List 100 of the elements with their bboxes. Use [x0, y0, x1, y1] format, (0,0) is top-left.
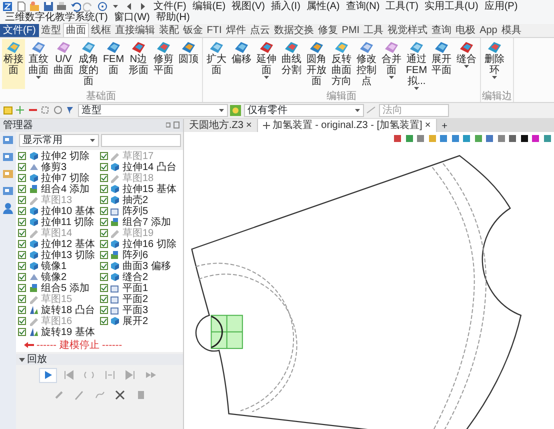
tree-item[interactable]: 修剪3	[41, 162, 67, 173]
checkbox[interactable]	[100, 295, 108, 304]
checkbox[interactable]	[18, 295, 26, 304]
menu-item[interactable]: 编辑(E)	[189, 1, 229, 12]
checkbox[interactable]	[18, 207, 26, 216]
checkbox[interactable]	[18, 218, 26, 226]
swatch-icon[interactable]	[520, 134, 528, 144]
ribbon-button[interactable]: 偏移	[230, 39, 253, 91]
ribbon-tab[interactable]: 工具	[362, 24, 386, 37]
checkbox[interactable]	[18, 251, 26, 260]
menu-item[interactable]: 工具(T)	[382, 1, 422, 12]
tree-filter-select[interactable]: 显示常用	[18, 134, 98, 148]
checkbox[interactable]	[18, 317, 26, 326]
checkbox[interactable]	[18, 163, 26, 172]
ribbon-tab[interactable]: 电极	[454, 24, 478, 37]
ribbon-tab[interactable]: 视觉样式	[386, 24, 430, 37]
tree-item[interactable]: 展开2	[122, 316, 148, 327]
checkbox[interactable]	[18, 284, 26, 292]
ribbon-tab[interactable]: 钣金	[180, 24, 205, 37]
checkbox[interactable]	[18, 273, 26, 282]
tree-item[interactable]: 阵列6	[122, 250, 148, 261]
ribbon-button[interactable]: 合并面	[380, 39, 403, 91]
tree-item[interactable]: 拉伸11 切除	[41, 216, 94, 228]
filter-icon[interactable]	[65, 105, 75, 116]
ribbon-button[interactable]: 修改控制点	[355, 39, 378, 91]
ribbon-tab[interactable]: 模具	[499, 24, 524, 37]
checkbox[interactable]	[18, 306, 26, 314]
ribbon-button[interactable]: 桥接面	[2, 39, 25, 89]
checkbox[interactable]	[18, 229, 26, 238]
tree-item[interactable]: 拉伸12 基体	[41, 238, 95, 250]
new-file-icon[interactable]	[16, 1, 26, 12]
ribbon-button[interactable]: 曲线分割	[280, 39, 303, 91]
tree-item[interactable]: 阵列5	[122, 206, 148, 217]
feature-tree-icon[interactable]	[2, 134, 14, 146]
ribbon-tab[interactable]: PMI	[340, 24, 362, 37]
filter-select[interactable]: 仅有零件	[244, 104, 364, 117]
tree-item[interactable]: 曲面3 偏移	[122, 260, 171, 272]
collapse-icon[interactable]	[18, 358, 24, 362]
checkbox[interactable]	[100, 185, 108, 194]
ribbon-tab[interactable]: 点云	[248, 24, 272, 37]
tree-item[interactable]: 镜像1	[41, 260, 67, 272]
ribbon-button[interactable]: 缝合	[455, 39, 478, 91]
ribbon-tab[interactable]: 数据交换	[272, 24, 316, 37]
view-icon[interactable]	[2, 185, 14, 198]
ribbon-button[interactable]: 直纹曲面	[27, 39, 50, 89]
menu-item[interactable]: 三维数字化教学系统(T)	[2, 12, 111, 23]
menu-item[interactable]: 属性(A)	[303, 1, 343, 12]
checkbox[interactable]	[100, 284, 108, 292]
ribbon-tab[interactable]: 线框	[88, 24, 113, 37]
assembly-icon[interactable]	[2, 151, 14, 164]
ribbon-button[interactable]: 延伸面	[255, 39, 278, 91]
ribbon-button[interactable]: 圆顶	[177, 39, 200, 89]
ribbon-tab[interactable]: 装配	[156, 24, 181, 37]
ribbon-tab[interactable]: App	[478, 24, 500, 37]
tree-item[interactable]: 组合4 添加	[41, 184, 90, 195]
ribbon-button[interactable]: 删除环	[483, 39, 506, 89]
checkbox[interactable]	[100, 229, 108, 238]
ribbon-tab[interactable]: 焊件	[224, 24, 248, 37]
ribbon-button[interactable]: U/V曲面	[52, 39, 75, 89]
checkbox[interactable]	[100, 207, 108, 216]
document-tab[interactable]: 天圆地方.Z3 ×	[184, 118, 258, 132]
menu-item[interactable]: 插入(I)	[268, 1, 304, 12]
ribbon-tab[interactable]: FTI	[204, 24, 224, 37]
tree-item[interactable]: 拉伸15 基体	[122, 184, 176, 195]
checkbox[interactable]	[18, 262, 26, 270]
ribbon-button[interactable]: 展开平面	[430, 39, 453, 91]
circle-icon[interactable]	[52, 105, 62, 116]
ribbon-button[interactable]: 成角度的面	[77, 39, 100, 89]
menu-item[interactable]: 实用工具(U)	[421, 1, 482, 12]
checkbox[interactable]	[100, 240, 108, 248]
new-tab-button[interactable]: +	[436, 120, 453, 132]
ribbon-button[interactable]: 扩大面	[205, 39, 228, 91]
close-button[interactable]: ×	[246, 120, 252, 131]
document-tab[interactable]: 加氢装置 - original.Z3 - [加氢装置] ×	[258, 118, 437, 132]
menu-item[interactable]: 帮助(H)	[152, 12, 193, 23]
point-icon[interactable]	[15, 105, 25, 116]
ribbon-button[interactable]: N边形面	[127, 39, 150, 89]
ribbon-button[interactable]: 圆角开放面	[305, 39, 328, 91]
checkbox[interactable]	[100, 262, 108, 270]
tree-item[interactable]: 组合5 添加	[41, 282, 90, 294]
ribbon-button[interactable]: 修剪平面	[152, 39, 175, 89]
menu-item[interactable]: 文件(F)	[150, 1, 190, 12]
logo-icon[interactable]	[2, 1, 13, 12]
ribbon-tab[interactable]: 查询	[430, 24, 454, 37]
checkbox[interactable]	[100, 196, 108, 204]
menu-item[interactable]: 查询(N)	[342, 1, 383, 12]
checkbox[interactable]	[18, 240, 26, 248]
checkbox[interactable]	[100, 174, 108, 182]
checkbox[interactable]	[18, 196, 26, 204]
ribbon-tab[interactable]: 修复	[316, 24, 340, 37]
search-field[interactable]	[101, 134, 180, 148]
tree-item[interactable]: 平面1	[122, 282, 148, 294]
close-button[interactable]: ×	[424, 120, 431, 131]
menu-item[interactable]: 视图(V)	[228, 1, 268, 12]
checkbox[interactable]	[100, 163, 108, 172]
checkbox[interactable]	[100, 152, 108, 160]
checkbox[interactable]	[100, 317, 108, 326]
tree-item[interactable]: 拉伸16 切除	[122, 238, 176, 250]
user-icon[interactable]	[2, 202, 14, 214]
swatch-icon[interactable]	[531, 134, 540, 144]
